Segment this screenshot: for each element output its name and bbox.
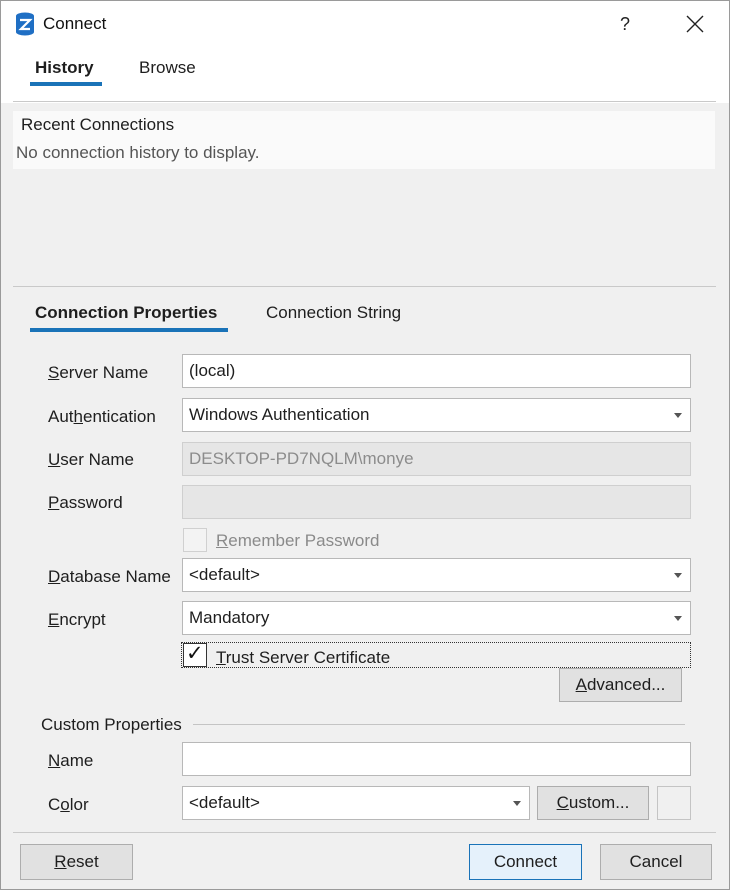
- tab-connection-properties-indicator: [30, 328, 228, 332]
- user-name-input: DESKTOP-PD7NQLM\monye: [182, 442, 691, 476]
- custom-color-button[interactable]: Custom...: [537, 786, 649, 820]
- color-label: Color: [48, 795, 89, 814]
- database-name-select[interactable]: <default>: [182, 558, 691, 592]
- database-icon: [15, 12, 35, 36]
- color-swatch: [657, 786, 691, 820]
- top-tabs: History Browse: [1, 47, 729, 103]
- recent-connections-title: Recent Connections: [21, 115, 175, 134]
- encrypt-select[interactable]: Mandatory: [182, 601, 691, 635]
- chevron-down-icon: [674, 573, 682, 578]
- authentication-value: Windows Authentication: [189, 405, 370, 424]
- tab-browse[interactable]: Browse: [139, 58, 196, 78]
- encrypt-value: Mandatory: [189, 608, 270, 627]
- tab-connection-properties[interactable]: Connection Properties: [35, 303, 217, 323]
- group-divider: [193, 724, 685, 725]
- title-bar: Connect ?: [1, 1, 729, 47]
- trust-server-certificate-checkbox[interactable]: ✓: [183, 641, 207, 667]
- close-button[interactable]: [673, 7, 717, 41]
- color-select[interactable]: <default>: [182, 786, 530, 820]
- divider: [13, 101, 716, 102]
- connect-dialog: Connect ? History Browse Recent Connecti…: [0, 0, 730, 890]
- authentication-select[interactable]: Windows Authentication: [182, 398, 691, 432]
- advanced-button[interactable]: Advanced...: [559, 668, 682, 702]
- remember-password-checkbox: [183, 528, 207, 552]
- tab-history-indicator: [30, 82, 102, 86]
- reset-button[interactable]: Reset: [20, 844, 133, 880]
- divider: [13, 832, 716, 833]
- name-label: Name: [48, 751, 94, 770]
- recent-empty-text: No connection history to display.: [16, 143, 260, 162]
- custom-properties-title: Custom Properties: [41, 715, 182, 734]
- user-name-label: User Name: [48, 450, 134, 469]
- connect-button[interactable]: Connect: [469, 844, 582, 880]
- database-name-label: Database Name: [48, 567, 171, 586]
- checkmark-icon: ✓: [186, 641, 204, 665]
- database-name-value: <default>: [189, 565, 260, 584]
- close-icon: [686, 15, 704, 33]
- custom-name-input[interactable]: [182, 742, 691, 776]
- server-name-input[interactable]: (local): [182, 354, 691, 388]
- server-name-label: Server Name: [48, 363, 149, 382]
- chevron-down-icon: [674, 413, 682, 418]
- chevron-down-icon: [513, 801, 521, 806]
- password-input: [182, 485, 691, 519]
- trust-server-certificate-label[interactable]: Trust Server Certificate: [216, 648, 390, 668]
- remember-password-label: Remember Password: [216, 531, 380, 550]
- color-value: <default>: [189, 793, 260, 812]
- divider: [13, 286, 716, 287]
- window-title: Connect: [43, 14, 107, 33]
- authentication-label: Authentication: [48, 407, 156, 426]
- help-button[interactable]: ?: [605, 7, 645, 41]
- encrypt-label: Encrypt: [48, 610, 106, 629]
- chevron-down-icon: [674, 616, 682, 621]
- cancel-button[interactable]: Cancel: [600, 844, 712, 880]
- password-label: Password: [48, 493, 123, 512]
- tab-history[interactable]: History: [35, 58, 94, 78]
- tab-connection-string[interactable]: Connection String: [266, 303, 401, 323]
